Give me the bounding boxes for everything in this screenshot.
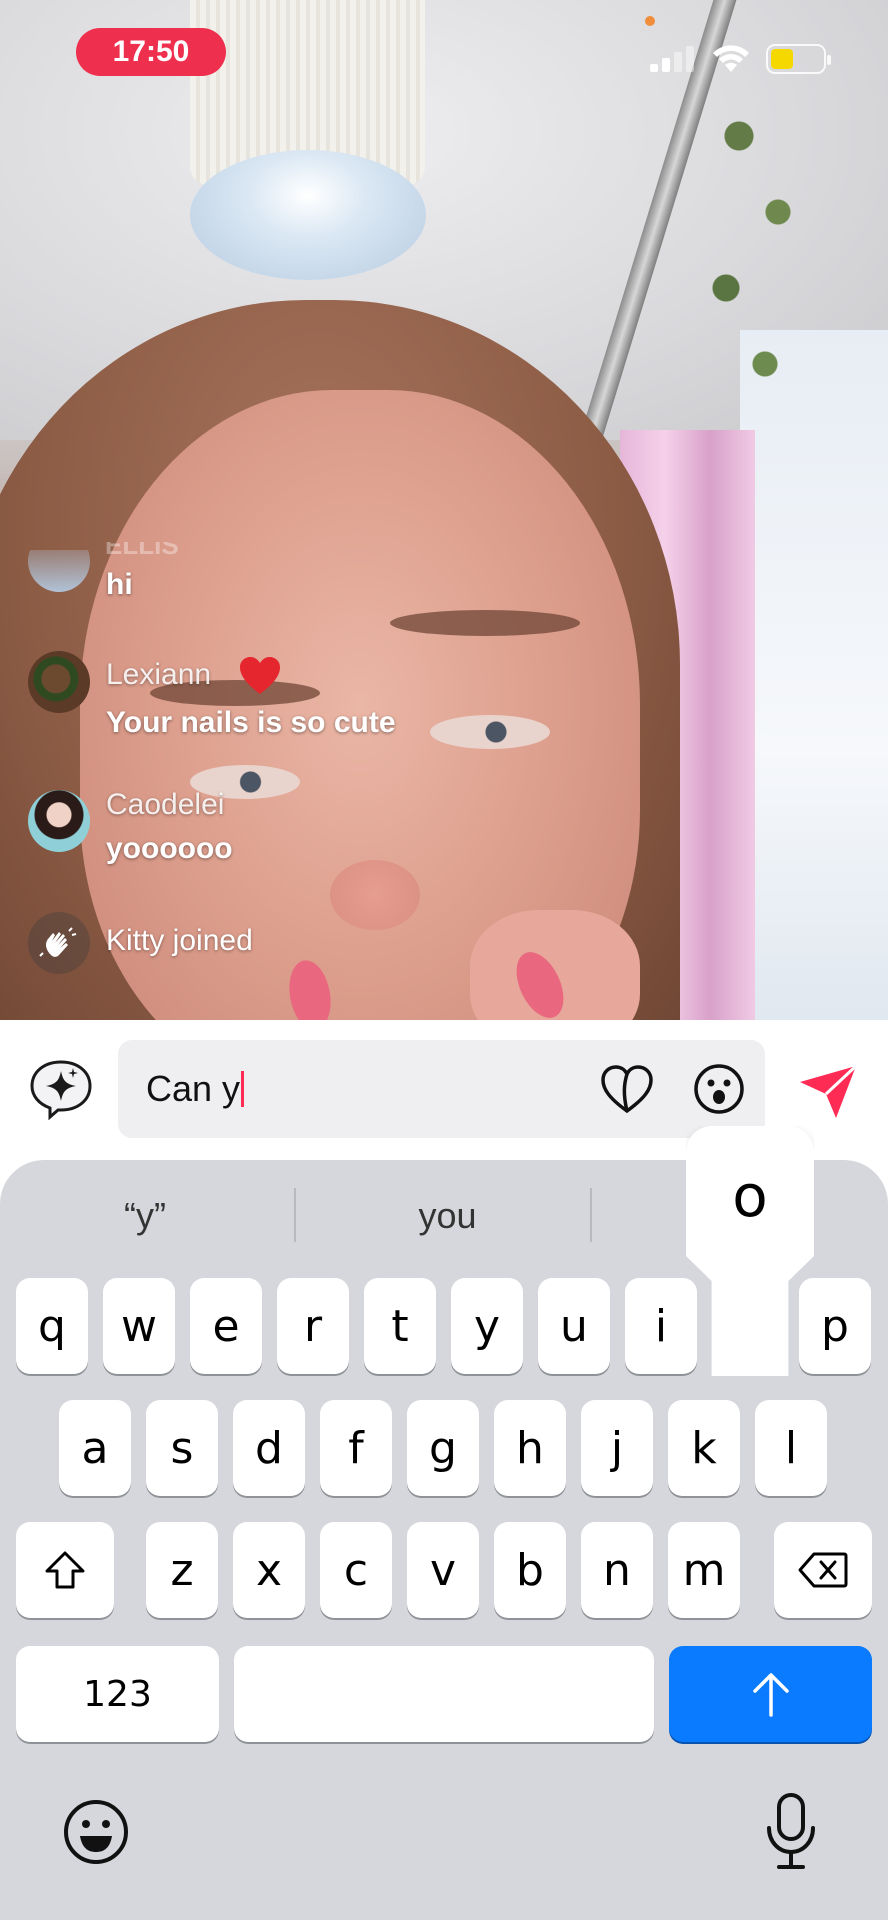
comment-username[interactable]: Lexiann [106, 658, 211, 692]
heart-icon [240, 657, 280, 694]
key-h[interactable]: h [494, 1400, 566, 1496]
comment-text: Your nails is so cute [106, 706, 396, 739]
key-g[interactable]: g [407, 1400, 479, 1496]
status-time: 17:50 [76, 28, 226, 76]
cellular-signal-icon [650, 46, 696, 72]
key-m[interactable]: m [668, 1522, 740, 1618]
key-v[interactable]: v [407, 1522, 479, 1618]
wifi-icon [713, 45, 749, 72]
key-n[interactable]: n [581, 1522, 653, 1618]
arrow-up-icon [752, 1673, 789, 1717]
comment-username[interactable]: Caodelei [106, 788, 224, 822]
key-p[interactable]: p [799, 1278, 871, 1374]
key-z[interactable]: z [146, 1522, 218, 1618]
key-o[interactable]: o [686, 1162, 814, 1230]
numbers-key[interactable]: 123 [16, 1646, 219, 1742]
comment-text: hi [106, 568, 133, 601]
nose [330, 860, 420, 930]
key-u[interactable]: u [538, 1278, 610, 1374]
suggestion-divider [590, 1188, 592, 1242]
microphone-icon[interactable] [762, 1792, 820, 1872]
key-s[interactable]: s [146, 1400, 218, 1496]
ai-sparkle-button[interactable] [28, 1058, 94, 1120]
vine-decoration [700, 60, 830, 440]
send-button[interactable] [796, 1062, 860, 1120]
battery-icon [766, 44, 831, 74]
backspace-icon [798, 1552, 848, 1588]
waving-hand-icon [28, 912, 90, 974]
key-i[interactable]: i [625, 1278, 697, 1374]
avatar[interactable] [28, 651, 90, 713]
key-e[interactable]: e [190, 1278, 262, 1374]
key-l[interactable]: l [755, 1400, 827, 1496]
lamp-bulb [190, 150, 426, 280]
key-r[interactable]: r [277, 1278, 349, 1374]
key-x[interactable]: x [233, 1522, 305, 1618]
text-caret [241, 1071, 245, 1107]
brow-right [390, 610, 580, 636]
suggestion-item[interactable]: you [355, 1192, 540, 1240]
key-y[interactable]: y [451, 1278, 523, 1374]
key-w[interactable]: w [103, 1278, 175, 1374]
key-d[interactable]: d [233, 1400, 305, 1496]
space-key[interactable] [234, 1646, 654, 1742]
avatar[interactable] [28, 790, 90, 852]
key-t[interactable]: t [364, 1278, 436, 1374]
join-message: Kitty joined [106, 924, 253, 957]
comment-text: yoooooo [106, 832, 233, 865]
key-c[interactable]: c [320, 1522, 392, 1618]
return-key[interactable] [669, 1646, 872, 1742]
emoji-button[interactable] [692, 1062, 746, 1116]
comment-input-value[interactable]: Can y [146, 1068, 245, 1110]
live-video-view [0, 0, 888, 1020]
suggestion-divider [294, 1188, 296, 1242]
emoji-keyboard-icon[interactable] [60, 1796, 132, 1868]
suggestion-item[interactable]: “y” [60, 1192, 230, 1240]
privacy-dot [645, 16, 655, 26]
key-b[interactable]: b [494, 1522, 566, 1618]
eye-right [430, 715, 550, 749]
key-f[interactable]: f [320, 1400, 392, 1496]
key-q[interactable]: q [16, 1278, 88, 1374]
key-j[interactable]: j [581, 1400, 653, 1496]
key-k[interactable]: k [668, 1400, 740, 1496]
delete-key[interactable] [774, 1522, 872, 1618]
shift-icon [45, 1551, 85, 1589]
heart-gift-button[interactable] [600, 1064, 654, 1116]
shift-key[interactable] [16, 1522, 114, 1618]
key-a[interactable]: a [59, 1400, 131, 1496]
